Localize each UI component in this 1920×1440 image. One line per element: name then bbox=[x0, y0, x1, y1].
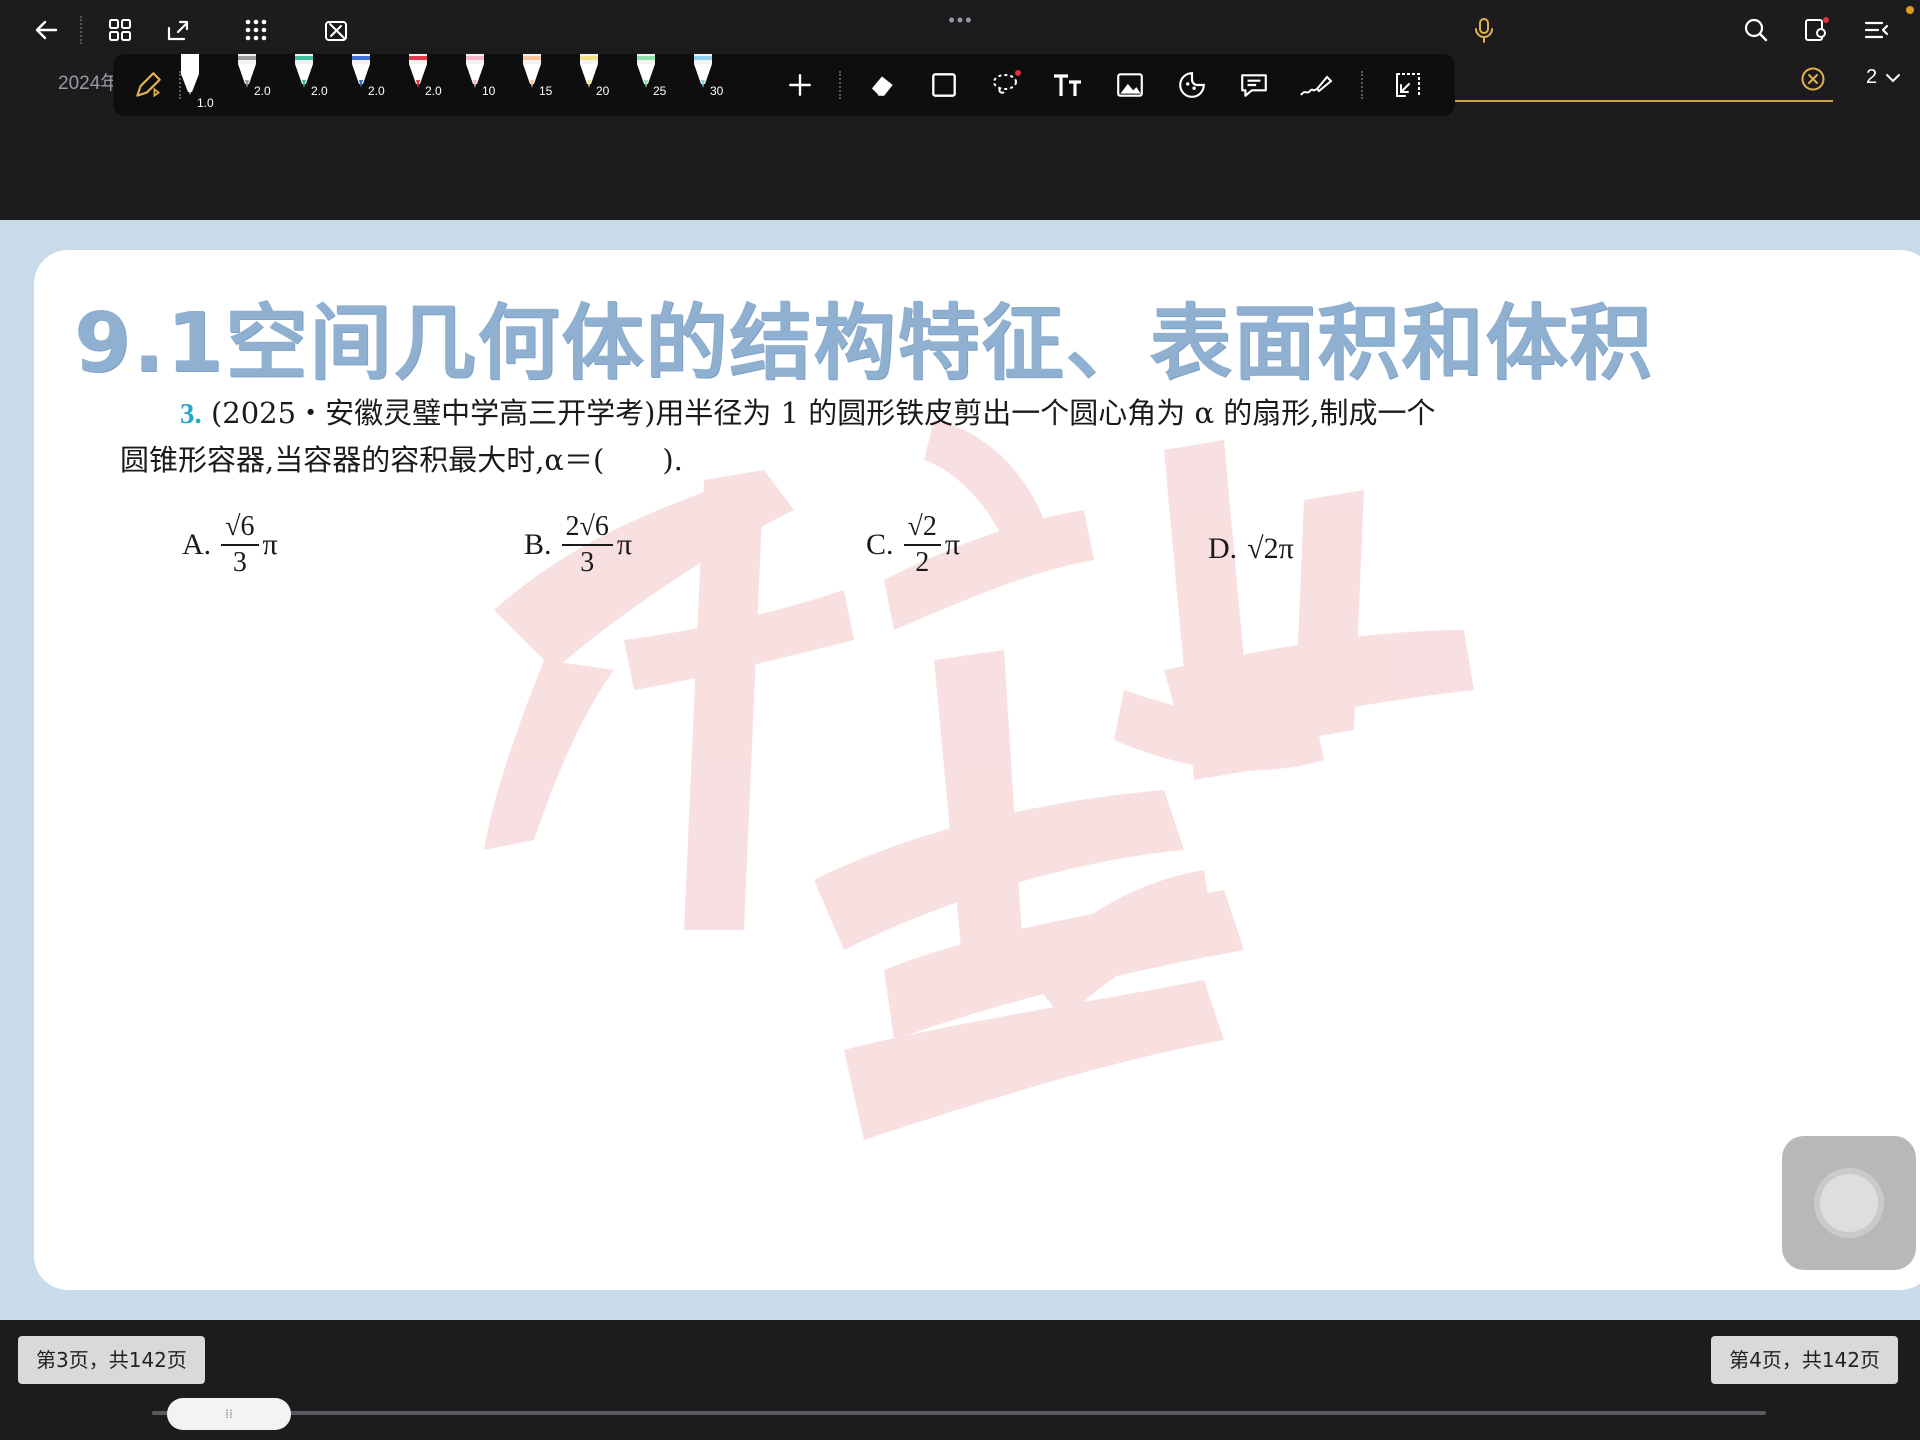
toolbar-separator bbox=[839, 71, 841, 99]
apps-icon[interactable] bbox=[236, 10, 276, 50]
pen-size-label: 20 bbox=[596, 84, 610, 98]
next-page-indicator[interactable]: 第4页，共142页 bbox=[1711, 1336, 1898, 1384]
previous-page-indicator[interactable]: 第3页，共142页 bbox=[18, 1336, 205, 1384]
pen-tool-1[interactable]: 1.0 bbox=[167, 54, 223, 116]
pi-symbol: π bbox=[262, 528, 278, 561]
pen-tool-5[interactable]: 2.0 bbox=[395, 54, 451, 116]
option-label: A. bbox=[182, 528, 212, 561]
top-bar bbox=[0, 0, 1920, 60]
add-pen-icon[interactable] bbox=[775, 54, 825, 116]
fraction-denominator: 2 bbox=[915, 547, 930, 578]
option-label: B. bbox=[524, 528, 552, 561]
pen-size-label: 2.0 bbox=[254, 84, 271, 98]
pen-tool-6[interactable]: 10 bbox=[452, 54, 508, 116]
fraction-numerator: 2√6 bbox=[561, 510, 613, 546]
pen-size-label: 2.0 bbox=[425, 84, 442, 98]
pen-size-label: 2.0 bbox=[368, 84, 385, 98]
page-scrubber-track[interactable] bbox=[152, 1411, 1766, 1415]
pen-tool-9[interactable]: 25 bbox=[623, 54, 679, 116]
option-label: D. bbox=[1208, 532, 1238, 565]
microphone-icon[interactable] bbox=[1464, 10, 1504, 50]
collapse-toolbar-icon[interactable] bbox=[1383, 54, 1433, 116]
option-d[interactable]: D. √2 π bbox=[1208, 532, 1294, 566]
toolbar-separator bbox=[1361, 71, 1363, 99]
lasso-icon[interactable] bbox=[981, 54, 1031, 116]
pencil-bluetooth-icon[interactable] bbox=[123, 54, 173, 116]
bottom-bar: 第3页，共142页 第4页，共142页 ⁞⁞ bbox=[0, 1320, 1920, 1440]
sticker-icon[interactable] bbox=[1167, 54, 1217, 116]
document-title: 2024年 bbox=[58, 73, 120, 94]
document-viewport[interactable]: 9.1空间几何体的结构特征、表面积和体积 3. (2025・安徽灵璧中学高三开学… bbox=[0, 220, 1920, 1320]
pen-toolbar: 1.0 2.0 2.0 2.0 2.0 10 15 20 25 30 bbox=[113, 54, 1455, 116]
page-select[interactable]: 2 bbox=[1866, 66, 1901, 89]
option-b[interactable]: B. 2√6 3 π bbox=[524, 510, 632, 580]
section-title: 9.1空间几何体的结构特征、表面积和体积 bbox=[74, 296, 1654, 391]
option-a[interactable]: A. √6 3 π bbox=[182, 510, 278, 580]
page-settings-icon[interactable] bbox=[1796, 10, 1836, 50]
fraction-numerator: √2 bbox=[903, 510, 941, 546]
image-icon[interactable] bbox=[1105, 54, 1155, 116]
question-block: 3. (2025・安徽灵璧中学高三开学考)用半径为 1 的圆形铁皮剪出一个圆心角… bbox=[120, 390, 1580, 483]
assistive-touch-button[interactable] bbox=[1782, 1136, 1916, 1270]
pen-tool-4[interactable]: 2.0 bbox=[338, 54, 394, 116]
pen-size-label: 30 bbox=[710, 84, 724, 98]
question-line-2: 圆锥形容器,当容器的容积最大时,α＝( ). bbox=[120, 443, 683, 477]
page-select-value: 2 bbox=[1866, 66, 1878, 88]
pen-size-label: 1.0 bbox=[197, 96, 214, 110]
eraser-icon[interactable] bbox=[857, 54, 907, 116]
fraction-denominator: 3 bbox=[580, 547, 595, 578]
search-underline bbox=[1455, 100, 1833, 102]
grid-icon[interactable] bbox=[100, 10, 140, 50]
text-icon[interactable] bbox=[1043, 54, 1093, 116]
notification-dot bbox=[1906, 6, 1914, 14]
pen-size-label: 25 bbox=[653, 84, 667, 98]
pi-symbol: π bbox=[1278, 532, 1294, 565]
comment-icon[interactable] bbox=[1229, 54, 1279, 116]
shape-icon[interactable] bbox=[919, 54, 969, 116]
fraction: √6 3 bbox=[221, 510, 259, 580]
back-arrow-icon[interactable] bbox=[26, 10, 66, 50]
pen-size-label: 10 bbox=[482, 84, 496, 98]
divider bbox=[80, 16, 82, 44]
more-dots-icon[interactable] bbox=[940, 0, 980, 40]
option-label: C. bbox=[866, 528, 894, 561]
pen-tool-2[interactable]: 2.0 bbox=[224, 54, 280, 116]
pen-tool-10[interactable]: 30 bbox=[680, 54, 736, 116]
export-icon[interactable] bbox=[158, 10, 198, 50]
pen-size-label: 15 bbox=[539, 84, 553, 98]
pencil-off-icon[interactable] bbox=[316, 10, 356, 50]
clear-search-icon[interactable] bbox=[1800, 66, 1826, 92]
page-scrubber-thumb[interactable]: ⁞⁞ bbox=[167, 1398, 291, 1430]
pen-tool-3[interactable]: 2.0 bbox=[281, 54, 337, 116]
fraction: 2√6 3 bbox=[561, 510, 613, 580]
fraction-numerator: √6 bbox=[221, 510, 259, 546]
pen-icon bbox=[181, 54, 199, 95]
highlighter-laser-icon[interactable] bbox=[1291, 54, 1341, 116]
fraction: √2 2 bbox=[903, 510, 941, 580]
assistive-touch-knob bbox=[1820, 1174, 1878, 1232]
question-number: 3. bbox=[180, 398, 202, 430]
chevron-down-icon bbox=[1886, 73, 1901, 82]
document-page[interactable]: 9.1空间几何体的结构特征、表面积和体积 3. (2025・安徽灵璧中学高三开学… bbox=[34, 250, 1920, 1290]
question-line-1: 3. (2025・安徽灵璧中学高三开学考)用半径为 1 的圆形铁皮剪出一个圆心角… bbox=[120, 390, 1580, 437]
pen-tool-8[interactable]: 20 bbox=[566, 54, 622, 116]
search-icon[interactable] bbox=[1736, 10, 1776, 50]
option-c[interactable]: C. √2 2 π bbox=[866, 510, 960, 580]
menu-collapse-icon[interactable] bbox=[1856, 10, 1896, 50]
pi-symbol: π bbox=[616, 528, 633, 561]
fraction-denominator: 3 bbox=[232, 547, 247, 578]
pen-tool-7[interactable]: 15 bbox=[509, 54, 565, 116]
question-text-1: (2025・安徽灵璧中学高三开学考)用半径为 1 的圆形铁皮剪出一个圆心角为 α… bbox=[210, 396, 1436, 430]
option-expression: √2 bbox=[1247, 532, 1279, 565]
pen-size-label: 2.0 bbox=[311, 84, 328, 98]
pi-symbol: π bbox=[944, 528, 961, 561]
